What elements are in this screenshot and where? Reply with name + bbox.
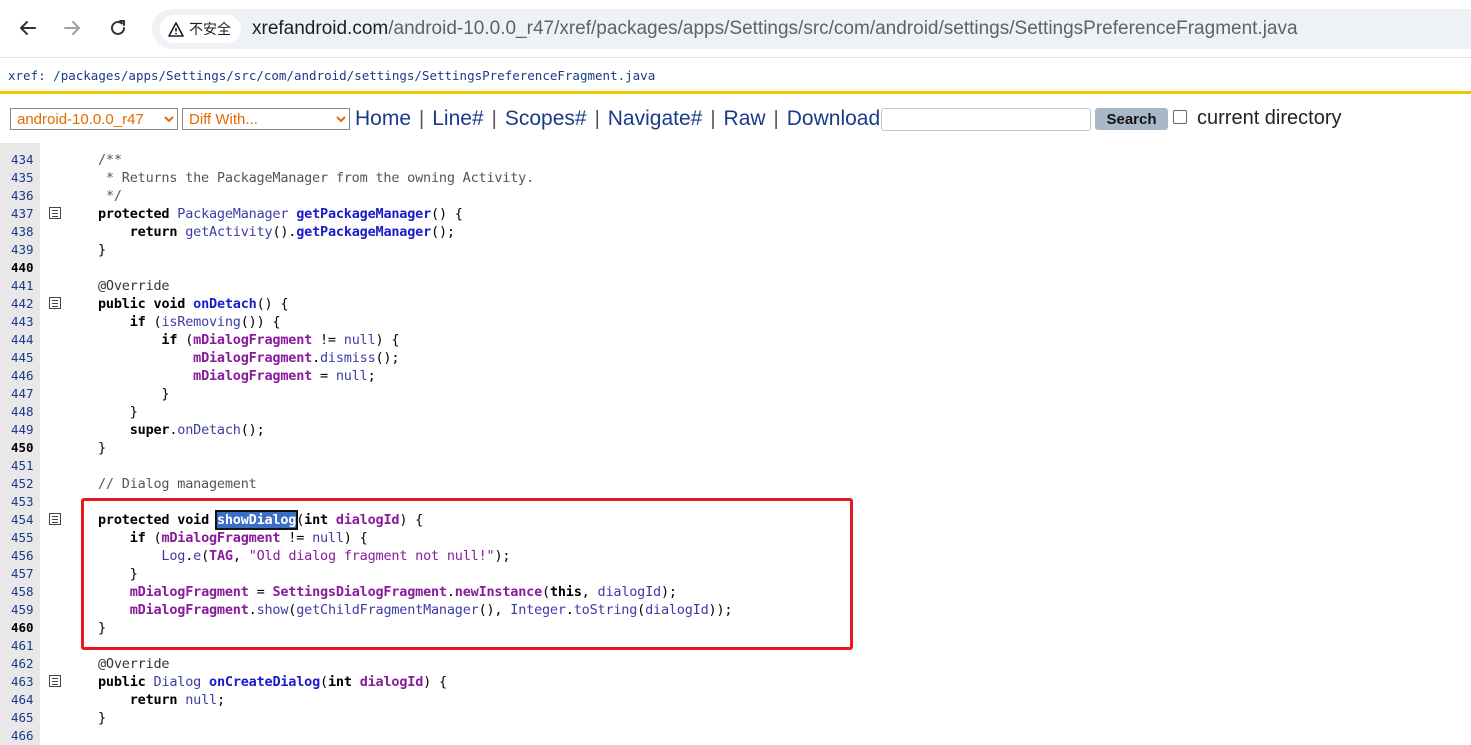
- line-number-443[interactable]: 443: [11, 313, 39, 331]
- code-line-459: mDialogFragment.show(getChildFragmentMan…: [129, 602, 733, 618]
- line-number-447[interactable]: 447: [11, 385, 39, 403]
- code-line-434: /**: [98, 152, 122, 168]
- code-line-462: @Override: [98, 656, 170, 672]
- code-line-449: super.onDetach();: [129, 422, 265, 438]
- code-line-458: mDialogFragment = SettingsDialogFragment…: [129, 584, 677, 600]
- code-line-455: if (mDialogFragment != null) {: [129, 530, 368, 546]
- xref-path-bar: xref: /packages/apps/Settings/src/com/an…: [0, 58, 1471, 94]
- code-line-464: return null;: [129, 692, 225, 708]
- code-line-454: protected void showDialog(int dialogId) …: [98, 510, 424, 530]
- line-number-436[interactable]: 436: [11, 187, 39, 205]
- line-number-460[interactable]: 460: [11, 619, 39, 637]
- line-number-465[interactable]: 465: [11, 709, 39, 727]
- url-text[interactable]: xrefandroid.com/android-10.0.0_r47/xref/…: [252, 9, 1298, 49]
- line-number-452[interactable]: 452: [11, 475, 39, 493]
- line-number-437[interactable]: 437: [11, 205, 39, 223]
- code-line-446: mDialogFragment = null;: [193, 368, 376, 384]
- back-button[interactable]: [13, 13, 43, 43]
- code-line-438: return getActivity().getPackageManager()…: [129, 224, 455, 240]
- xref-path[interactable]: /packages/apps/Settings/src/com/android/…: [46, 68, 655, 83]
- code-line-437: protected PackageManager getPackageManag…: [98, 206, 463, 222]
- line-number-454[interactable]: 454: [11, 511, 39, 529]
- browser-toolbar: 不安全 xrefandroid.com/android-10.0.0_r47/x…: [0, 0, 1471, 58]
- menu-scopes[interactable]: Scopes#: [505, 107, 587, 131]
- menu-line[interactable]: Line#: [432, 107, 483, 131]
- security-label: 不安全: [189, 21, 231, 37]
- url-path: /android-10.0.0_r47/xref/packages/apps/S…: [388, 18, 1298, 39]
- line-number-458[interactable]: 458: [11, 583, 39, 601]
- line-number-464[interactable]: 464: [11, 691, 39, 709]
- code-line-452: // Dialog management: [98, 476, 257, 492]
- current-directory-checkbox[interactable]: [1173, 110, 1187, 124]
- line-number-434[interactable]: 434: [11, 151, 39, 169]
- line-number-gutter: 434 435 436 437 438 439 440 441 442 443 444 445 446 4…: [0, 143, 40, 745]
- menu-home[interactable]: Home: [355, 107, 411, 131]
- line-number-463[interactable]: 463: [11, 673, 39, 691]
- line-number-445[interactable]: 445: [11, 349, 39, 367]
- line-number-435[interactable]: 435: [11, 169, 39, 187]
- code-line-460: }: [98, 620, 106, 636]
- line-number-442[interactable]: 442: [11, 295, 39, 313]
- fold-toggle-icon[interactable]: [49, 207, 61, 219]
- url-host: xrefandroid.com: [252, 18, 389, 39]
- version-select[interactable]: android-10.0.0_r47: [10, 108, 178, 130]
- line-number-457[interactable]: 457: [11, 565, 39, 583]
- line-number-444[interactable]: 444: [11, 331, 39, 349]
- code-line-456: Log.e(TAG, "Old dialog fragment not null…: [161, 548, 511, 564]
- code-line-441: @Override: [98, 278, 170, 294]
- code-line-465: }: [98, 710, 106, 726]
- current-directory-label: current directory: [1197, 107, 1342, 129]
- code-line-445: mDialogFragment.dismiss();: [193, 350, 400, 366]
- search-input[interactable]: [881, 108, 1091, 131]
- line-number-453[interactable]: 453: [11, 493, 39, 511]
- source-code-view: 434 435 436 437 438 439 440 441 442 443 444 445 446 4…: [0, 143, 1471, 745]
- code-line-448: }: [98, 404, 138, 420]
- line-number-438[interactable]: 438: [11, 223, 39, 241]
- forward-button[interactable]: [57, 13, 87, 43]
- forward-arrow-icon: [64, 21, 80, 35]
- line-number-455[interactable]: 455: [11, 529, 39, 547]
- reload-button[interactable]: [103, 13, 133, 43]
- code-line-444: if (mDialogFragment != null) {: [161, 332, 400, 348]
- menu-download[interactable]: Download: [787, 107, 880, 131]
- line-number-440[interactable]: 440: [11, 259, 39, 277]
- line-number-450[interactable]: 450: [11, 439, 39, 457]
- menu-navigate[interactable]: Navigate#: [608, 107, 703, 131]
- line-number-462[interactable]: 462: [11, 655, 39, 673]
- diff-with-select[interactable]: Diff With...: [182, 108, 350, 130]
- xref-prefix: xref:: [8, 68, 46, 83]
- navigation-menu: Home | Line# | Scopes# | Navigate# | Raw | Do…: [355, 107, 881, 131]
- line-number-459[interactable]: 459: [11, 601, 39, 619]
- reload-icon: [111, 20, 125, 35]
- line-number-461[interactable]: 461: [11, 637, 39, 655]
- fold-toggle-icon[interactable]: [49, 513, 61, 525]
- menu-raw[interactable]: Raw: [724, 107, 766, 131]
- fold-toggle-icon[interactable]: [49, 297, 61, 309]
- code-line-435: * Returns the PackageManager from the ow…: [98, 170, 535, 186]
- line-number-456[interactable]: 456: [11, 547, 39, 565]
- warning-icon: [168, 21, 184, 37]
- code-line-463: public Dialog onCreateDialog(int dialogI…: [98, 674, 447, 690]
- line-number-439[interactable]: 439: [11, 241, 39, 259]
- line-number-446[interactable]: 446: [11, 367, 39, 385]
- xref-toolbar: android-10.0.0_r47 Diff With... Home | Li…: [0, 97, 1471, 143]
- code-line-447: }: [98, 386, 170, 402]
- code-line-439: }: [98, 242, 106, 258]
- code-line-442: public void onDetach() {: [98, 296, 289, 312]
- line-number-466[interactable]: 466: [11, 727, 39, 745]
- line-number-448[interactable]: 448: [11, 403, 39, 421]
- back-arrow-icon: [20, 21, 36, 35]
- code-line-436: */: [98, 188, 122, 204]
- fold-toggle-icon[interactable]: [49, 675, 61, 687]
- line-number-441[interactable]: 441: [11, 277, 39, 295]
- address-bar[interactable]: 不安全 xrefandroid.com/android-10.0.0_r47/x…: [152, 9, 1471, 49]
- line-number-451[interactable]: 451: [11, 457, 39, 475]
- security-chip[interactable]: 不安全: [160, 15, 241, 43]
- search-button[interactable]: Search: [1095, 108, 1168, 130]
- code-line-457: }: [98, 566, 138, 582]
- line-number-449[interactable]: 449: [11, 421, 39, 439]
- code-line-443: if (isRemoving()) {: [129, 314, 281, 330]
- code-line-450: }: [98, 440, 106, 456]
